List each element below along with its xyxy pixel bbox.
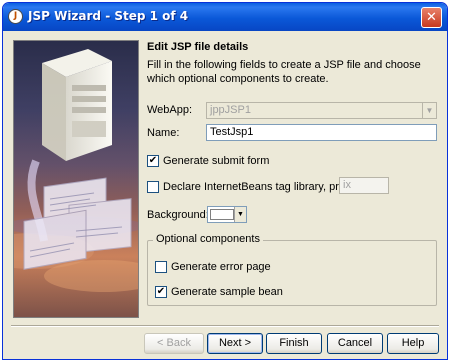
optional-components-title: Optional components <box>153 233 263 245</box>
name-input[interactable]: TestJsp1 <box>206 124 437 141</box>
webapp-combo[interactable]: jppJSP1 ▼ <box>206 102 437 119</box>
background-label: Background: <box>147 209 209 221</box>
webapp-label: WebApp: <box>147 104 193 116</box>
step-heading: Edit JSP file details <box>147 41 249 53</box>
chevron-down-icon: ▼ <box>422 103 436 118</box>
back-button[interactable]: < Back <box>144 333 204 354</box>
error-page-checkbox[interactable] <box>155 261 167 273</box>
color-swatch <box>210 209 234 220</box>
window-title: JSP Wizard - Step 1 of 4 <box>28 9 189 23</box>
error-page-label: Generate error page <box>171 261 271 273</box>
generate-submit-label: Generate submit form <box>163 155 270 167</box>
wizard-illustration <box>13 40 139 318</box>
jsp-wizard-dialog: J JSP Wizard - Step 1 of 4 ✕ Edit JSP fi… <box>2 2 448 360</box>
generate-submit-checkbox[interactable]: ✔ <box>147 155 159 167</box>
background-color-picker[interactable]: ▼ <box>207 206 247 223</box>
check-icon: ✔ <box>156 286 166 297</box>
webapp-value: jppJSP1 <box>210 104 251 116</box>
declare-beans-label: Declare InternetBeans tag library, prefi… <box>163 181 360 193</box>
close-button[interactable]: ✕ <box>421 7 442 28</box>
next-button[interactable]: Next > <box>207 333 263 354</box>
help-button[interactable]: Help <box>387 333 439 354</box>
prefix-value: ix <box>343 179 351 191</box>
check-icon: ✔ <box>148 155 158 166</box>
step-description: Fill in the following fields to create a… <box>147 59 421 85</box>
finish-button[interactable]: Finish <box>266 333 322 354</box>
name-label: Name: <box>147 127 180 139</box>
sample-bean-checkbox[interactable]: ✔ <box>155 286 167 298</box>
prefix-input[interactable]: ix <box>339 177 389 194</box>
chevron-down-icon: ▼ <box>234 207 246 222</box>
wizard-icon: J <box>8 9 23 24</box>
sample-bean-label: Generate sample bean <box>171 286 283 298</box>
cancel-button[interactable]: Cancel <box>327 333 383 354</box>
server-documents-illustration <box>14 41 138 317</box>
title-bar[interactable]: J JSP Wizard - Step 1 of 4 ✕ <box>3 3 447 31</box>
name-value: TestJsp1 <box>210 126 254 138</box>
button-separator <box>11 325 439 327</box>
declare-beans-checkbox[interactable] <box>147 181 159 193</box>
